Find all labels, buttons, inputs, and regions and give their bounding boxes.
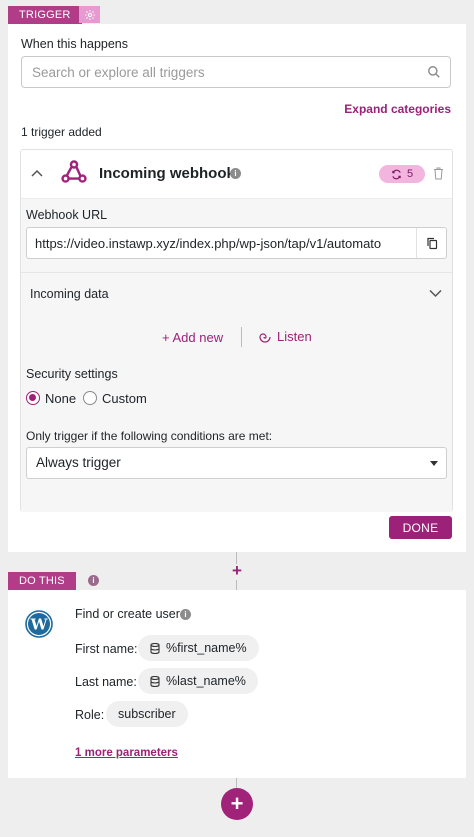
conditions-value: Always trigger xyxy=(36,455,121,470)
add-new-link[interactable]: + Add new xyxy=(162,330,223,345)
trigger-tag: TRIGGER xyxy=(8,6,82,25)
search-icon[interactable] xyxy=(427,65,441,79)
trash-icon[interactable] xyxy=(433,167,444,180)
chevron-down-icon[interactable] xyxy=(429,289,442,298)
chevron-up-icon[interactable] xyxy=(31,168,43,178)
trigger-search[interactable] xyxy=(21,56,451,88)
webhook-url-input[interactable] xyxy=(27,228,417,258)
triggers-added-count: 1 trigger added xyxy=(21,125,102,139)
radio-none[interactable] xyxy=(26,391,40,405)
webhook-icon xyxy=(61,160,87,183)
security-option-none[interactable]: None xyxy=(26,389,86,407)
conditions-select[interactable]: Always trigger xyxy=(26,447,447,479)
incoming-data-label: Incoming data xyxy=(30,287,109,301)
field-value-role: subscriber xyxy=(118,707,176,721)
info-icon[interactable]: i xyxy=(230,168,241,179)
trigger-item-header[interactable]: Incoming webhook i 5 xyxy=(21,150,452,197)
security-settings-label: Security settings xyxy=(26,367,118,381)
info-icon[interactable]: i xyxy=(88,575,99,586)
field-value-last-name: %last_name% xyxy=(166,674,246,688)
field-value-first-name: %first_name% xyxy=(166,641,247,655)
trigger-card: When this happens Expand categories 1 tr… xyxy=(8,24,466,552)
info-icon[interactable]: i xyxy=(180,609,191,620)
action-tag: DO THIS xyxy=(8,572,76,591)
wordpress-icon: W xyxy=(25,610,53,638)
plus-icon: + xyxy=(232,561,242,580)
caret-down-icon xyxy=(430,461,438,466)
radio-none-label: None xyxy=(45,391,77,406)
svg-text:W: W xyxy=(30,616,49,634)
listen-icon xyxy=(259,332,271,343)
run-count: 5 xyxy=(406,168,414,180)
radio-custom[interactable] xyxy=(83,391,97,405)
field-chip-last-name[interactable]: %last_name% xyxy=(138,668,258,694)
field-chip-first-name[interactable]: %first_name% xyxy=(138,635,259,661)
expand-categories-link[interactable]: Expand categories xyxy=(344,102,451,116)
field-label-role: Role: xyxy=(75,708,105,722)
separator xyxy=(241,327,242,347)
copy-url-button[interactable] xyxy=(416,228,446,258)
more-parameters-link[interactable]: 1 more parameters xyxy=(75,747,178,759)
run-count-badge[interactable]: 5 xyxy=(379,165,425,183)
trigger-settings-button[interactable] xyxy=(79,6,100,23)
trigger-search-input[interactable] xyxy=(22,57,450,87)
radio-custom-label: Custom xyxy=(102,391,147,406)
trigger-item-body: Webhook URL Incoming data + Add new List… xyxy=(21,198,452,512)
plus-icon: + xyxy=(230,791,244,816)
refresh-icon xyxy=(392,169,401,179)
webhook-url-label: Webhook URL xyxy=(26,208,108,222)
webhook-url-field[interactable] xyxy=(26,227,447,259)
action-title: Find or create user xyxy=(75,607,180,621)
field-chip-role[interactable]: subscriber xyxy=(106,701,188,727)
listen-label: Listen xyxy=(277,329,312,344)
trigger-title: Incoming webhook xyxy=(99,165,235,182)
add-step-button[interactable]: + xyxy=(229,561,245,580)
trigger-item: Incoming webhook i 5 Webhook URL Incomin… xyxy=(20,149,453,512)
incoming-data-row[interactable]: Incoming data xyxy=(21,273,452,315)
when-this-happens-label: When this happens xyxy=(21,37,129,51)
database-icon xyxy=(150,675,160,687)
listen-button[interactable]: Listen xyxy=(259,329,312,344)
field-label-last-name: Last name: xyxy=(75,675,137,689)
database-icon xyxy=(150,642,160,654)
action-card[interactable]: W Find or create user i First name: %fir… xyxy=(8,590,466,778)
conditions-label: Only trigger if the following conditions… xyxy=(26,429,273,443)
field-label-first-name: First name: xyxy=(75,642,138,656)
done-button[interactable]: DONE xyxy=(389,516,452,539)
security-option-custom[interactable]: Custom xyxy=(83,389,163,407)
settings-gear-icon xyxy=(84,9,95,20)
copy-icon xyxy=(426,237,437,249)
add-action-button[interactable]: + xyxy=(221,788,253,820)
